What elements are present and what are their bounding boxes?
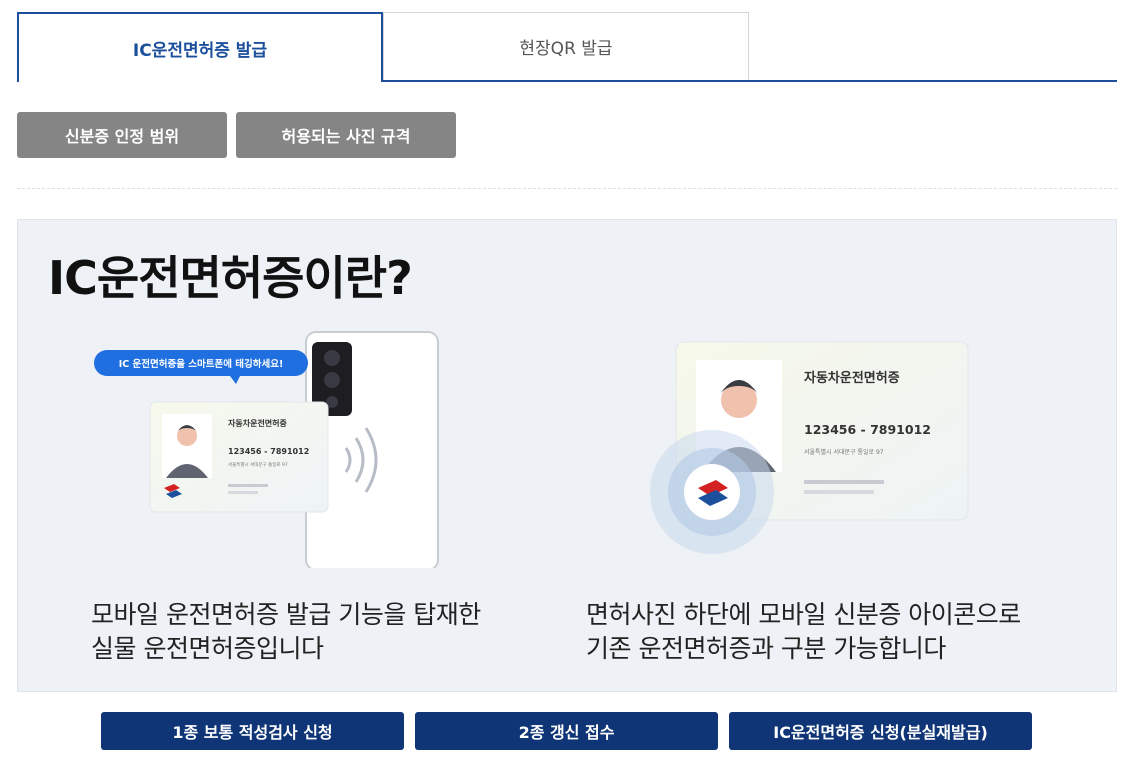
id-scope-button[interactable]: 신분증 인정 범위 (17, 112, 227, 158)
card1-title: 자동차운전면허증 (228, 418, 288, 428)
renewal-button[interactable]: 2종 갱신 접수 (415, 712, 718, 750)
panel-title: IC운전면허증이란? (48, 251, 413, 305)
card2-number: 123456 - 7891012 (804, 422, 931, 437)
tag-bubble-text: IC 운전면허증을 스마트폰에 태깅하세요! (119, 358, 284, 370)
tab-ic-license[interactable]: IC운전면허증 발급 (17, 12, 383, 82)
desc-physical-license: 모바일 운전면허증 발급 기능을 탑재한 실물 운전면허증입니다 (91, 598, 561, 666)
tab-onsite-qr[interactable]: 현장QR 발급 (383, 12, 749, 80)
desc2-line1: 면허사진 하단에 모바일 신분증 아이콘으로 (586, 600, 1021, 629)
card1-address: 서울특별시 서대문구 통일로 97 (228, 461, 288, 468)
tab-bar: IC운전면허증 발급 현장QR 발급 (17, 12, 1117, 82)
mobile-id-card-illustration: 자동차운전면허증 123456 - 7891012 서울특별시 서대문구 통일로… (650, 341, 969, 554)
card2-title: 자동차운전면허증 (804, 370, 900, 386)
desc2-line2: 기존 운전면허증과 구분 가능합니다 (586, 634, 946, 663)
info-panel: IC운전면허증이란? IC 운전면허증을 스마트폰에 태깅하세요! 자동차운전면… (17, 219, 1117, 692)
desc1-line1: 모바일 운전면허증 발급 기능을 탑재한 (91, 600, 481, 629)
phone-tagging-illustration: IC 운전면허증을 스마트폰에 태깅하세요! 자동차운전면허증 123456 -… (94, 331, 439, 568)
card2-address: 서울특별시 서대문구 통일로 97 (804, 448, 884, 456)
aptitude-test-button[interactable]: 1종 보통 적성검사 신청 (101, 712, 404, 750)
card1-number: 123456 - 7891012 (228, 447, 309, 456)
divider (17, 188, 1117, 189)
photo-rules-button[interactable]: 허용되는 사진 규격 (236, 112, 456, 158)
desc-mobile-id-icon: 면허사진 하단에 모바일 신분증 아이콘으로 기존 운전면허증과 구분 가능합니… (586, 598, 1106, 666)
desc1-line2: 실물 운전면허증입니다 (91, 634, 324, 663)
ic-license-apply-button[interactable]: IC운전면허증 신청(분실재발급) (729, 712, 1032, 750)
